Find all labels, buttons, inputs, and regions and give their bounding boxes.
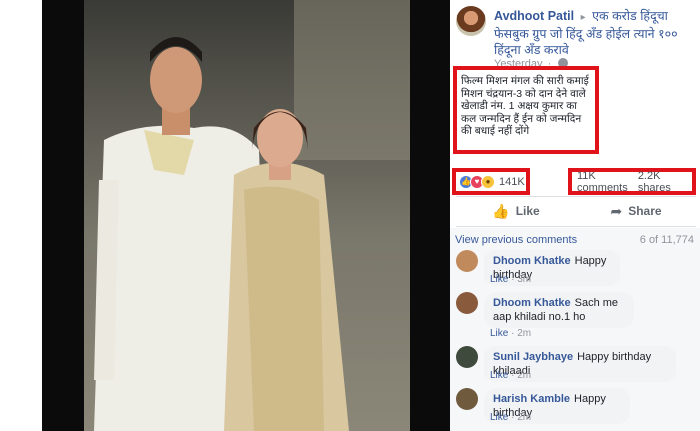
post-panel: Avdhoot Patil ▸ एक करोड हिंदूचा फेसबुक ग… xyxy=(450,0,700,431)
comments-position: 6 of 11,774 xyxy=(639,234,694,246)
like-button[interactable]: 👍 Like xyxy=(456,198,576,224)
comment-time: 2m xyxy=(517,370,532,381)
comments-count[interactable]: 11K comments xyxy=(577,170,638,194)
thumbs-up-icon: 👍 xyxy=(492,202,510,219)
engagement-stats: 11K comments 2.2K shares xyxy=(568,168,696,195)
reactions-summary[interactable]: 👍 ♥ ● 141K xyxy=(452,168,530,195)
share-button-label: Share xyxy=(628,204,662,218)
wow-icon: ● xyxy=(481,174,495,189)
comments-section: View previous comments 6 of 11,774 Dhoom… xyxy=(450,228,700,431)
post-text-highlighted: फिल्म मिशन मंगल की सारी कमाई मिशन चंद्रय… xyxy=(453,66,599,154)
comment-like-link[interactable]: Like xyxy=(490,412,508,423)
commenter-avatar[interactable] xyxy=(456,292,478,314)
divider xyxy=(456,226,696,227)
share-button[interactable]: ➦ Share xyxy=(576,198,696,224)
author-name[interactable]: Avdhoot Patil xyxy=(494,9,574,23)
post-text: फिल्म मिशन मंगल की सारी कमाई मिशन चंद्रय… xyxy=(461,75,589,137)
post-title-line: Avdhoot Patil ▸ एक करोड हिंदूचा फेसबुक ग… xyxy=(494,8,698,58)
author-avatar[interactable] xyxy=(456,6,486,36)
comment-meta: Like · 2m xyxy=(490,328,532,339)
commenter-name[interactable]: Sunil Jaybhaye xyxy=(493,351,573,363)
commenter-name[interactable]: Dhoom Khatke xyxy=(493,255,571,267)
comment-meta: Like · 2m xyxy=(490,370,532,381)
commenter-name[interactable]: Dhoom Khatke xyxy=(493,297,571,309)
share-arrow-icon: ➦ xyxy=(610,202,623,219)
comment-like-link[interactable]: Like xyxy=(490,274,508,285)
commenter-avatar[interactable] xyxy=(456,388,478,410)
commenter-avatar[interactable] xyxy=(456,250,478,272)
page-background xyxy=(0,0,42,431)
comment-bubble: Dhoom Khatke Sach me aap khiladi no.1 ho xyxy=(484,292,634,328)
post-photo[interactable] xyxy=(84,0,410,431)
shared-to-arrow-icon: ▸ xyxy=(580,12,586,23)
shares-count[interactable]: 2.2K shares xyxy=(638,170,687,194)
photo-illustration xyxy=(94,0,410,431)
comment-like-link[interactable]: Like xyxy=(490,328,508,339)
comment-like-link[interactable]: Like xyxy=(490,370,508,381)
post-actions: 👍 Like ➦ Share xyxy=(456,198,696,224)
divider xyxy=(456,196,696,197)
comment-meta: Like · 3m xyxy=(490,274,532,285)
like-button-label: Like xyxy=(515,204,540,218)
view-previous-comments-link[interactable]: View previous comments xyxy=(455,234,577,246)
commenter-name[interactable]: Harish Kamble xyxy=(493,393,570,405)
comment-time: 2m xyxy=(517,328,532,339)
comment-time: 3m xyxy=(517,274,532,285)
comment-meta: Like · 2m xyxy=(490,412,532,423)
comment-time: 2m xyxy=(517,412,532,423)
commenter-avatar[interactable] xyxy=(456,346,478,368)
reactions-count: 141K xyxy=(499,175,525,188)
